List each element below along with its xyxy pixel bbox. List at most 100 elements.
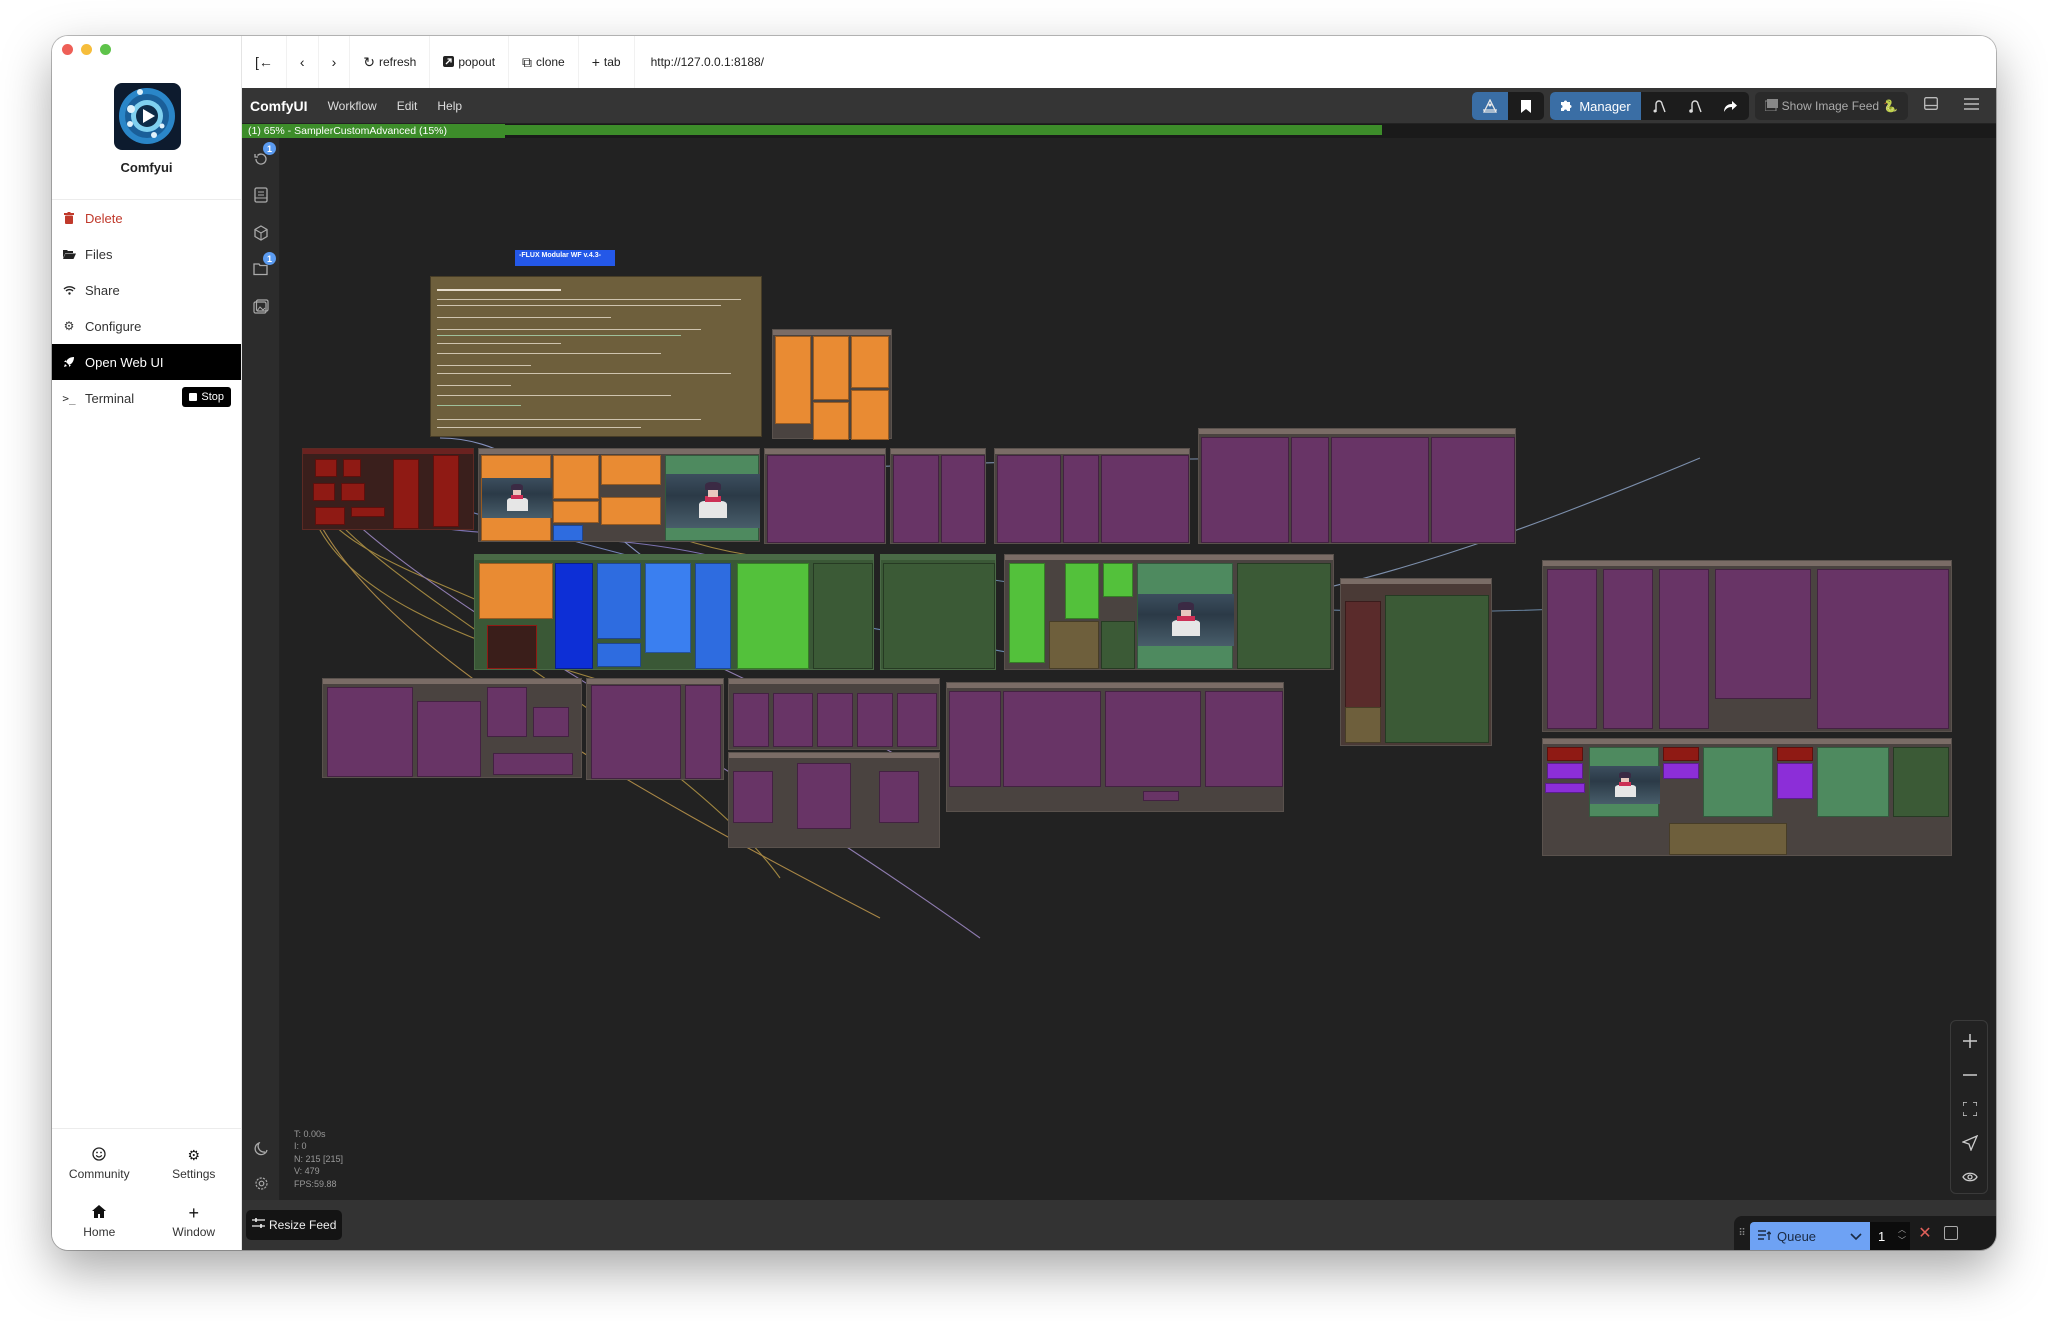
- graph-note[interactable]: [1049, 621, 1099, 669]
- graph-node[interactable]: [665, 455, 760, 541]
- graph-node[interactable]: [1137, 563, 1234, 669]
- node-group[interactable]: [772, 329, 892, 440]
- graph-node[interactable]: [797, 763, 851, 829]
- graph-node[interactable]: [1777, 747, 1813, 761]
- graph-canvas[interactable]: -FLUX Modular WF v.4.3- T: 0.00s I: 0 N:…: [280, 138, 1996, 1200]
- graph-node[interactable]: [737, 563, 809, 669]
- graph-note[interactable]: [1345, 707, 1381, 743]
- sidebar-item-terminal[interactable]: >_ Terminal Stop: [52, 380, 241, 416]
- graph-node[interactable]: [1545, 783, 1585, 793]
- visibility-icon[interactable]: [1951, 1165, 1989, 1189]
- node-group[interactable]: [880, 554, 996, 670]
- back-button[interactable]: ‹: [287, 36, 319, 88]
- graph-node[interactable]: [883, 563, 995, 669]
- graph-node[interactable]: [553, 525, 583, 541]
- graph-node[interactable]: [597, 643, 641, 667]
- manager-button[interactable]: Manager: [1550, 92, 1641, 120]
- free-memory-vacuum-icon[interactable]: [1677, 92, 1713, 120]
- graph-node[interactable]: [343, 459, 361, 477]
- graph-node[interactable]: [341, 483, 365, 501]
- graph-node[interactable]: [1817, 569, 1949, 729]
- menu-edit[interactable]: Edit: [387, 99, 428, 113]
- locate-icon[interactable]: [1951, 1131, 1989, 1155]
- graph-node[interactable]: [1201, 437, 1289, 543]
- graph-node[interactable]: [553, 501, 599, 523]
- graph-node[interactable]: [327, 687, 413, 777]
- graph-node[interactable]: [1291, 437, 1329, 543]
- queue-count-stepper[interactable]: 1 ︿ ﹀: [1870, 1222, 1910, 1250]
- cancel-queue-icon[interactable]: ✕: [1910, 1223, 1940, 1243]
- maximize-window-button[interactable]: [100, 44, 111, 55]
- workflows-icon[interactable]: 1: [250, 252, 276, 280]
- graph-node[interactable]: [1063, 455, 1099, 543]
- graph-node[interactable]: [1101, 621, 1135, 669]
- image-gallery-icon[interactable]: [250, 296, 272, 318]
- workflow-title-label[interactable]: -FLUX Modular WF v.4.3-: [515, 250, 615, 266]
- bookmark-icon[interactable]: [1508, 92, 1544, 120]
- graph-node[interactable]: [601, 497, 661, 525]
- graph-node[interactable]: [315, 459, 337, 477]
- terminal-stop-button[interactable]: Stop: [182, 387, 231, 407]
- home-button[interactable]: Home: [52, 1193, 147, 1250]
- close-window-button[interactable]: [62, 44, 73, 55]
- graph-node[interactable]: [1237, 563, 1331, 669]
- node-library-icon[interactable]: [250, 184, 272, 206]
- graph-node[interactable]: [533, 707, 569, 737]
- drag-handle-icon[interactable]: ⠿: [1734, 1228, 1750, 1239]
- graph-node[interactable]: [1431, 437, 1515, 543]
- graph-node[interactable]: [1547, 763, 1583, 779]
- graph-note[interactable]: [1669, 823, 1787, 855]
- graph-node[interactable]: [949, 691, 1001, 787]
- menu-help[interactable]: Help: [427, 99, 472, 113]
- graph-node[interactable]: [1385, 595, 1489, 743]
- graph-node[interactable]: [773, 693, 813, 747]
- sidebar-item-share[interactable]: Share: [52, 272, 241, 308]
- graph-node[interactable]: [481, 455, 552, 541]
- panel-icon[interactable]: [1914, 97, 1948, 115]
- sidebar-item-files[interactable]: Files: [52, 236, 241, 272]
- sidebar-item-open-web-ui[interactable]: Open Web UI: [52, 344, 241, 380]
- graph-node[interactable]: [597, 563, 641, 639]
- graph-node[interactable]: [1143, 791, 1179, 801]
- workflow-notes-node[interactable]: [430, 276, 762, 437]
- graph-node[interactable]: [997, 455, 1061, 543]
- graph-node[interactable]: [1009, 563, 1045, 663]
- graph-node[interactable]: [645, 563, 691, 653]
- graph-node[interactable]: [1663, 747, 1699, 761]
- graph-node[interactable]: [1589, 747, 1660, 817]
- node-group[interactable]: [302, 448, 474, 530]
- graph-node[interactable]: [685, 685, 721, 779]
- node-group[interactable]: [946, 682, 1284, 812]
- graph-node[interactable]: [813, 402, 849, 440]
- node-group[interactable]: [728, 752, 940, 848]
- graph-note[interactable]: [493, 753, 573, 775]
- exit-button[interactable]: [←: [242, 36, 287, 88]
- moon-icon[interactable]: [250, 1138, 272, 1160]
- graph-node[interactable]: [1777, 763, 1813, 799]
- node-group[interactable]: [586, 678, 724, 780]
- zoom-in-icon[interactable]: [1951, 1029, 1989, 1053]
- minimize-window-button[interactable]: [81, 44, 92, 55]
- node-group[interactable]: [1004, 554, 1334, 670]
- graph-node[interactable]: [1663, 763, 1699, 779]
- node-group[interactable]: [1542, 560, 1952, 732]
- node-group[interactable]: [1340, 578, 1492, 746]
- graph-node[interactable]: [1345, 601, 1381, 711]
- node-group[interactable]: [478, 448, 760, 542]
- graph-node[interactable]: [1103, 563, 1133, 597]
- graph-node[interactable]: [555, 563, 593, 669]
- graph-node[interactable]: [1105, 691, 1201, 787]
- zoom-out-icon[interactable]: [1951, 1063, 1989, 1087]
- node-group[interactable]: [764, 448, 886, 544]
- node-group[interactable]: [728, 678, 940, 750]
- queue-history-icon[interactable]: 1: [250, 142, 276, 170]
- node-group[interactable]: [1542, 738, 1952, 856]
- graph-node[interactable]: [857, 693, 893, 747]
- graph-node[interactable]: [1547, 747, 1583, 761]
- graph-node[interactable]: [695, 563, 731, 669]
- graph-node[interactable]: [813, 563, 873, 669]
- node-group[interactable]: [474, 554, 874, 670]
- graph-node[interactable]: [601, 455, 661, 485]
- stop-queue-icon[interactable]: [1944, 1226, 1958, 1240]
- graph-node[interactable]: [1331, 437, 1429, 543]
